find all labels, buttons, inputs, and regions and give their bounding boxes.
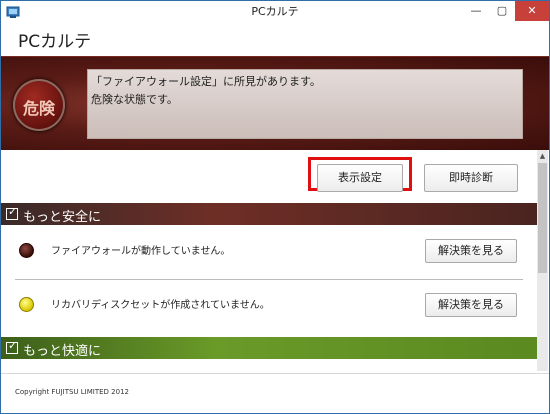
footer: Copyright FUJITSU LIMITED 2012 — [1, 373, 549, 413]
check-mark: ✓ — [8, 339, 18, 352]
red-status-icon — [19, 243, 34, 258]
title-bar[interactable]: PCカルテ — ▢ ✕ — [1, 1, 549, 23]
view-solution-button[interactable]: 解決策を見る — [425, 239, 517, 263]
minimize-button[interactable]: — — [463, 1, 489, 21]
copyright-text: Copyright FUJITSU LIMITED 2012 — [15, 388, 129, 396]
close-button[interactable]: ✕ — [515, 1, 549, 21]
alert-message-box: 「ファイアウォール設定」に所見があります。 危険な状態です。 — [87, 69, 523, 139]
section-comfort-header: ✓ もっと快適に — [1, 337, 537, 359]
alert-banner: 危険 「ファイアウォール設定」に所見があります。 危険な状態です。 — [1, 56, 549, 151]
maximize-button[interactable]: ▢ — [489, 1, 515, 21]
app-header: PCカルテ — [1, 23, 549, 56]
pc-karte-window: PCカルテ — ▢ ✕ PCカルテ 危険 「ファイアウォール設定」に所見がありま… — [0, 0, 550, 414]
checkbox-icon: ✓ — [6, 205, 18, 220]
issue-text: ファイアウォールが動作していません。 — [51, 246, 231, 257]
check-mark: ✓ — [8, 205, 18, 218]
display-settings-button[interactable]: 表示設定 — [317, 164, 403, 192]
view-solution-button[interactable]: 解決策を見る — [425, 293, 517, 317]
issue-item: リカバリディスクセットが作成されていません。 解決策を見る — [1, 281, 537, 333]
alert-message-state: 危険な状態です。 — [91, 93, 178, 106]
section-safe-title: もっと安全に — [23, 210, 102, 225]
app-title: PCカルテ — [18, 32, 92, 52]
checkbox-icon: ✓ — [6, 339, 18, 354]
danger-badge-label: 危険 — [22, 99, 55, 118]
scroll-up-icon[interactable]: ▲ — [537, 150, 548, 162]
danger-badge-icon: 危険 — [13, 79, 65, 131]
yellow-status-icon — [19, 297, 34, 312]
section-comfort-title: もっと快適に — [23, 344, 102, 359]
instant-diagnosis-button[interactable]: 即時診断 — [424, 164, 518, 192]
scroll-thumb[interactable] — [538, 163, 547, 273]
section-safe-header: ✓ もっと安全に — [1, 203, 537, 225]
action-area: 表示設定 即時診断 — [1, 150, 549, 200]
issue-item: ファイアウォールが動作していません。 解決策を見る — [1, 227, 537, 279]
vertical-scrollbar[interactable]: ▲ — [537, 150, 548, 371]
divider — [15, 279, 523, 280]
issue-text: リカバリディスクセットが作成されていません。 — [51, 300, 270, 311]
alert-message-finding: 「ファイアウォール設定」に所見があります。 — [91, 75, 321, 88]
